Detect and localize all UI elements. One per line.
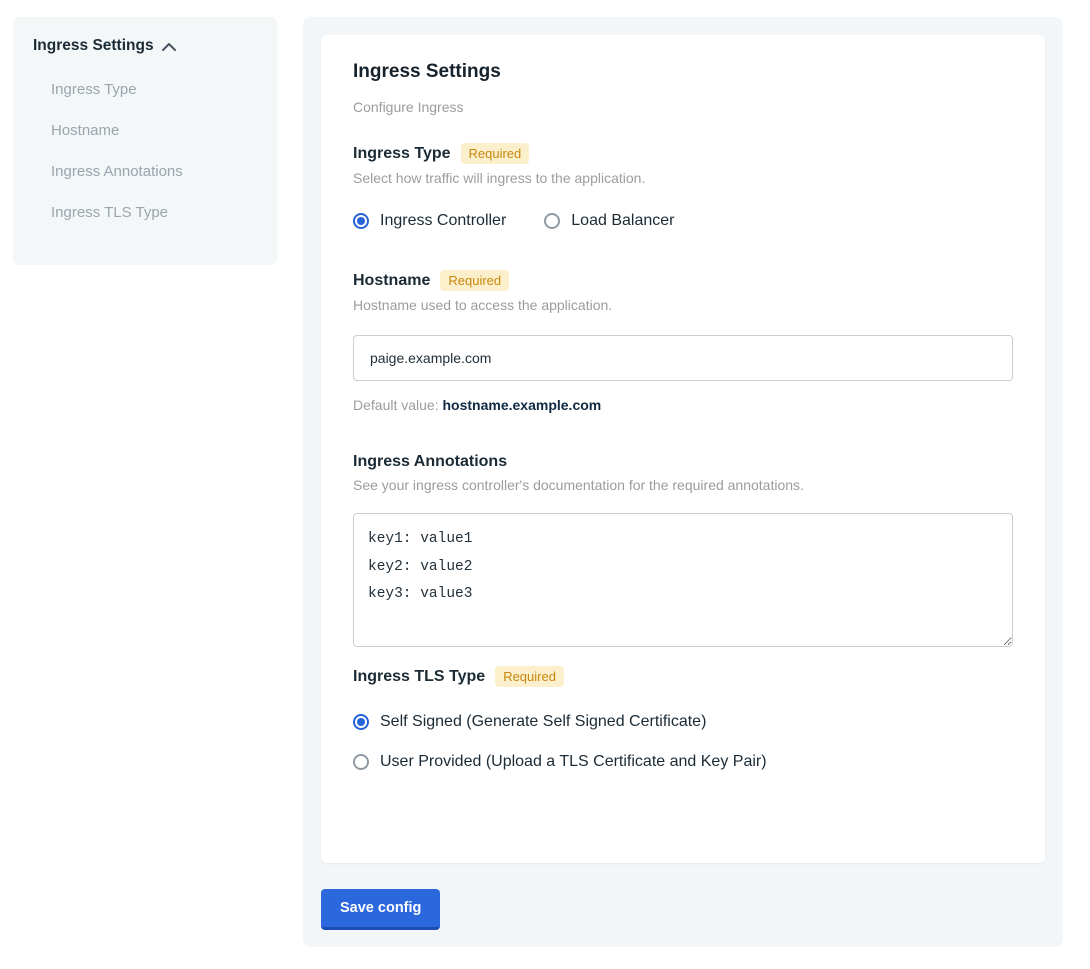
chevron-up-icon bbox=[162, 42, 176, 51]
section-ingress-annotations: Ingress Annotations See your ingress con… bbox=[353, 453, 1013, 652]
sidebar-item-ingress-annotations[interactable]: Ingress Annotations bbox=[33, 151, 257, 192]
default-value: hostname.example.com bbox=[443, 397, 602, 413]
section-hostname: Hostname Required Hostname used to acces… bbox=[353, 270, 1013, 413]
self-signed-radio[interactable]: Self Signed (Generate Self Signed Certif… bbox=[353, 713, 1013, 731]
page-subtitle: Configure Ingress bbox=[353, 99, 1013, 115]
ingress-type-help: Select how traffic will ingress to the a… bbox=[353, 170, 1013, 186]
config-nav-sidebar: Ingress Settings Ingress Type Hostname I… bbox=[13, 17, 277, 265]
user-provided-radio[interactable]: User Provided (Upload a TLS Certificate … bbox=[353, 753, 1013, 771]
section-ingress-type: Ingress Type Required Select how traffic… bbox=[353, 143, 1013, 230]
config-main-panel: Ingress Settings Configure Ingress Ingre… bbox=[303, 17, 1063, 947]
sidebar-item-ingress-type[interactable]: Ingress Type bbox=[33, 69, 257, 110]
sidebar-group-ingress-settings[interactable]: Ingress Settings bbox=[33, 37, 257, 55]
section-ingress-tls-type: Ingress TLS Type Required Self Signed (G… bbox=[353, 666, 1013, 771]
required-badge: Required bbox=[440, 270, 509, 291]
ingress-settings-card: Ingress Settings Configure Ingress Ingre… bbox=[321, 35, 1045, 863]
radio-label: Self Signed (Generate Self Signed Certif… bbox=[380, 713, 706, 731]
ingress-tls-type-label: Ingress TLS Type bbox=[353, 668, 485, 686]
radio-label: Load Balancer bbox=[571, 212, 674, 230]
radio-label: Ingress Controller bbox=[380, 212, 506, 230]
radio-label: User Provided (Upload a TLS Certificate … bbox=[380, 753, 767, 771]
ingress-controller-radio[interactable]: Ingress Controller bbox=[353, 212, 506, 230]
load-balancer-radio[interactable]: Load Balancer bbox=[544, 212, 674, 230]
default-value-prefix: Default value: bbox=[353, 397, 443, 413]
ingress-annotations-help: See your ingress controller's documentat… bbox=[353, 477, 1013, 493]
hostname-input[interactable] bbox=[353, 335, 1013, 381]
radio-selected-icon[interactable] bbox=[353, 714, 369, 730]
ingress-annotations-textarea[interactable]: key1: value1 key2: value2 key3: value3 bbox=[353, 513, 1013, 647]
sidebar-item-ingress-tls-type[interactable]: Ingress TLS Type bbox=[33, 192, 257, 233]
sidebar-group-label: Ingress Settings bbox=[33, 37, 154, 55]
page-title: Ingress Settings bbox=[353, 61, 1013, 83]
hostname-default-line: Default value: hostname.example.com bbox=[353, 397, 1013, 413]
ingress-tls-radio-group: Self Signed (Generate Self Signed Certif… bbox=[353, 713, 1013, 771]
save-config-button[interactable]: Save config bbox=[321, 889, 440, 930]
radio-unselected-icon[interactable] bbox=[544, 213, 560, 229]
ingress-annotations-label: Ingress Annotations bbox=[353, 453, 507, 471]
hostname-help: Hostname used to access the application. bbox=[353, 297, 1013, 313]
sidebar-item-hostname[interactable]: Hostname bbox=[33, 110, 257, 151]
ingress-type-radio-group: Ingress Controller Load Balancer bbox=[353, 212, 1013, 230]
radio-selected-icon[interactable] bbox=[353, 213, 369, 229]
ingress-type-label: Ingress Type bbox=[353, 145, 451, 163]
required-badge: Required bbox=[461, 143, 530, 164]
required-badge: Required bbox=[495, 666, 564, 687]
hostname-label: Hostname bbox=[353, 272, 430, 290]
radio-unselected-icon[interactable] bbox=[353, 754, 369, 770]
